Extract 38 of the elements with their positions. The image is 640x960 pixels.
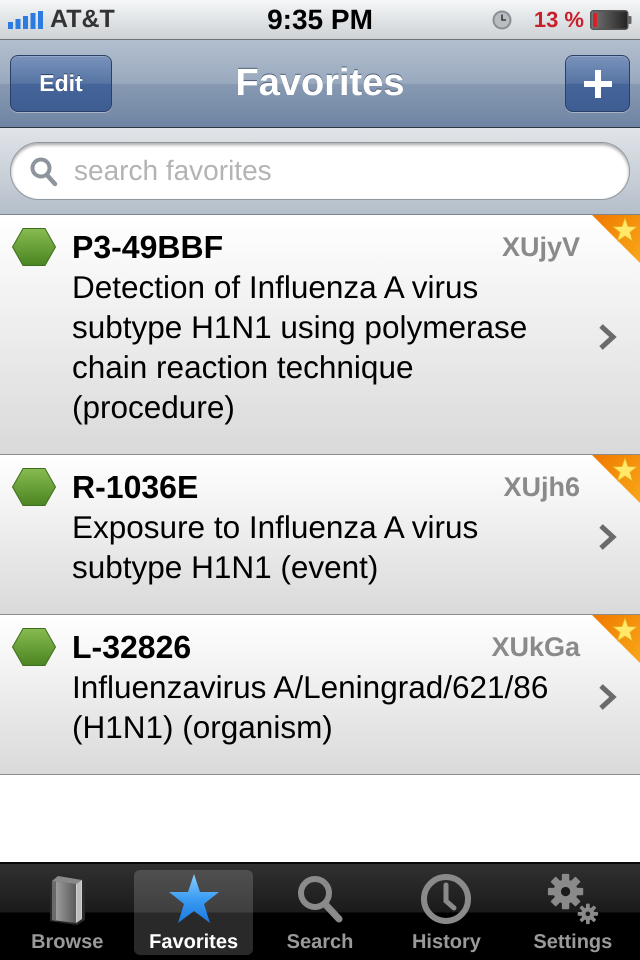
concept-code: L-32826 (72, 628, 192, 666)
battery-icon (590, 10, 632, 30)
chevron-icon (598, 683, 618, 711)
plus-icon (584, 70, 612, 98)
add-button[interactable] (565, 55, 630, 112)
search-field[interactable]: search favorites (10, 142, 630, 200)
carrier-name: AT&T (50, 5, 115, 34)
tab-item[interactable]: Settings (514, 870, 632, 955)
favorite-row[interactable]: P3-49BBF XUjyV Detection of Influenza A virus subtype H1N1 using polymerase chain reaction technique (procedure) (0, 215, 640, 455)
concept-description: Exposure to Influenza A virus subtype H1N1 (event) (72, 508, 480, 587)
tab-item[interactable]: Favorites (134, 870, 253, 955)
concept-id: XUjh6 (503, 472, 580, 502)
signal-strength-icon (8, 10, 44, 28)
status-time: 9:35 PM (267, 4, 373, 36)
gears-icon (546, 873, 599, 925)
search-icon (30, 157, 58, 187)
concept-code: P3-49BBF (72, 228, 224, 266)
hexagon-icon (12, 628, 56, 666)
favorite-row[interactable]: R-1036E XUjh6 Exposure to Influenza A virus subtype H1N1 (event) (0, 455, 640, 615)
chevron-icon (598, 323, 618, 351)
battery-percent: 13 % (534, 6, 584, 32)
tab-item[interactable]: Search (260, 870, 380, 955)
concept-id: XUjyV (502, 232, 580, 262)
chevron-icon (598, 523, 618, 551)
tab-item[interactable]: History (387, 870, 506, 955)
favorite-row[interactable]: L-32826 XUkGa Influenzavirus A/Leningrad/621/86 (H1N1) (organism) (0, 615, 640, 775)
concept-description: Detection of Influenza A virus subtype H1N1 using polymerase chain reaction technique (procedure) (72, 268, 528, 427)
page-title: Favorites (236, 62, 404, 105)
clock-icon (420, 873, 472, 925)
alarm-clock-icon (492, 10, 512, 30)
hexagon-icon (12, 228, 56, 266)
concept-description: Influenzavirus A/Leningrad/621/86 (H1N1) (organism) (72, 668, 550, 747)
hexagon-icon (12, 468, 56, 506)
concept-code: R-1036E (72, 468, 198, 506)
star-icon (168, 873, 220, 925)
concept-id: XUkGa (491, 632, 580, 662)
tab-item[interactable]: Browse (8, 870, 126, 955)
edit-button[interactable]: Edit (10, 55, 112, 112)
